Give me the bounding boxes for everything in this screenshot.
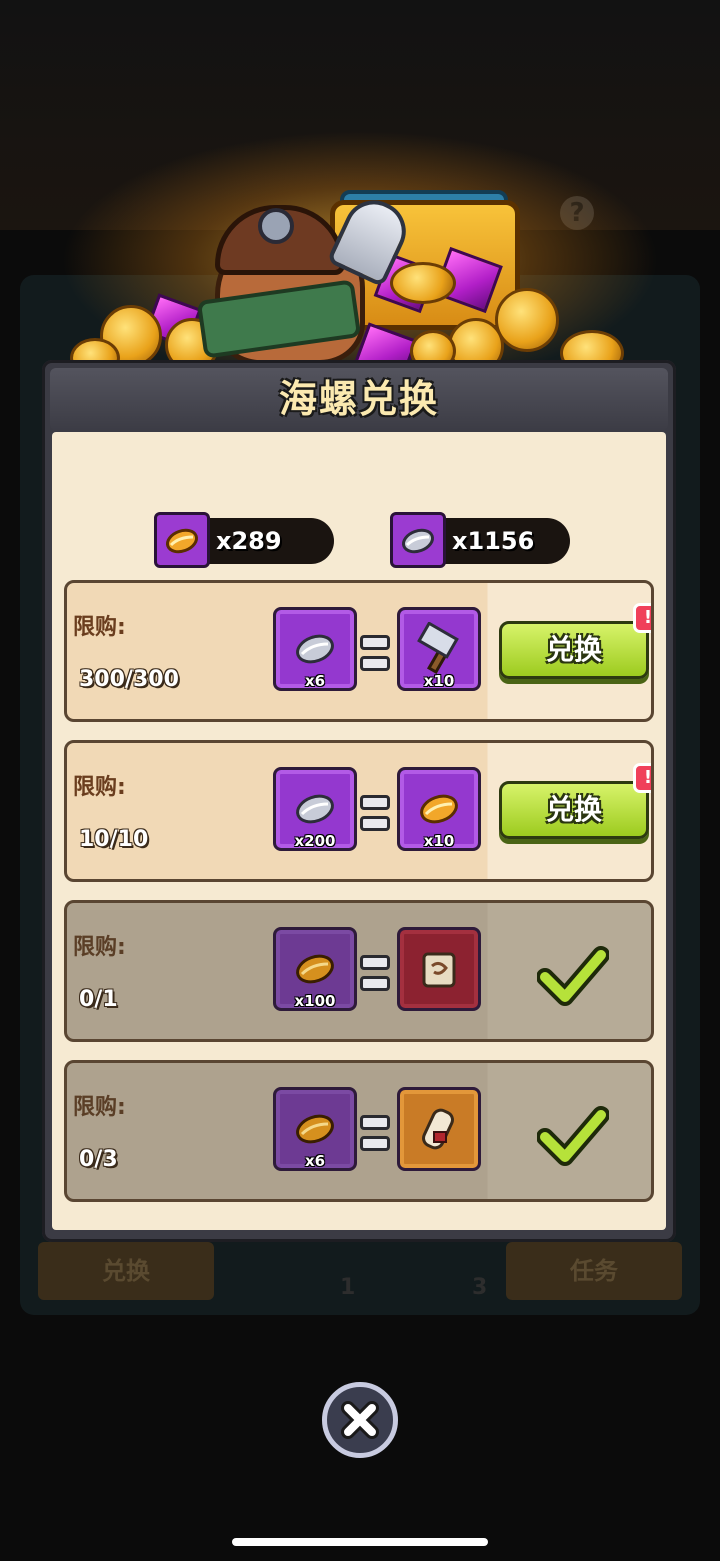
close-icon [341, 1401, 379, 1439]
coin-icon [495, 288, 559, 352]
purchase-limit-label: 限购: [73, 775, 126, 800]
equals-icon [360, 1115, 390, 1151]
exchange-row: 限购: 0/1 x100 [64, 900, 654, 1042]
purchase-limit-count: 10/10 [79, 827, 149, 852]
background-tab-tasks: 任务 [506, 1242, 682, 1300]
cost-item: x6 [273, 1087, 357, 1171]
conch-exchange-dialog: 海螺兑换 x289 x1156 限购: 300/300 x6 x10 兑换 ! … [42, 360, 676, 1242]
alert-badge: ! [633, 763, 651, 793]
purchase-limit-count: 300/300 [79, 667, 179, 692]
exchange-row: 限购: 10/10 x200 x10 兑换 ! [64, 740, 654, 882]
alert-badge: ! [633, 603, 651, 633]
checkmark-icon [536, 1099, 610, 1171]
item-quantity: x100 [294, 992, 336, 1010]
rolled-scroll-icon [400, 1090, 478, 1168]
reward-item: x10 [397, 607, 481, 691]
dialog-header: 海螺兑换 [50, 368, 668, 430]
purchase-limit-label: 限购: [73, 935, 126, 960]
cost-item: x100 [273, 927, 357, 1011]
close-button[interactable] [322, 1382, 398, 1458]
scroll-icon [400, 930, 478, 1008]
equals-icon [360, 635, 390, 671]
checkmark-icon [536, 939, 610, 1011]
exchange-row: 限购: 300/300 x6 x10 兑换 ! [64, 580, 654, 722]
exchange-row: 限购: 0/3 x6 [64, 1060, 654, 1202]
exchange-button[interactable]: 兑换 [499, 621, 649, 679]
item-quantity: x10 [423, 672, 455, 690]
item-quantity: x200 [294, 832, 336, 850]
home-indicator[interactable] [232, 1538, 488, 1546]
equals-icon [360, 795, 390, 831]
golden-conch-icon [154, 512, 210, 568]
coin-icon [390, 262, 456, 304]
reward-item [397, 1087, 481, 1171]
equals-icon [360, 955, 390, 991]
reward-item: x10 [397, 767, 481, 851]
exchange-button[interactable]: 兑换 [499, 781, 649, 839]
silver-conch-icon [390, 512, 446, 568]
headlamp-icon [258, 208, 294, 244]
reward-item [397, 927, 481, 1011]
purchase-limit-count: 0/1 [79, 987, 118, 1012]
purchase-limit-label: 限购: [73, 615, 126, 640]
background-count: 3 [472, 1275, 488, 1300]
cost-item: x200 [273, 767, 357, 851]
item-quantity: x10 [423, 832, 455, 850]
currency-amount: x1156 [452, 527, 535, 555]
cost-item: x6 [273, 607, 357, 691]
item-quantity: x6 [304, 1152, 326, 1170]
dialog-title: 海螺兑换 [278, 377, 439, 421]
dialog-body: x289 x1156 限购: 300/300 x6 x10 兑换 ! 限购: 1… [52, 432, 666, 1230]
background-count: 1 [340, 1275, 356, 1300]
currency-amount: x289 [216, 527, 282, 555]
background-tab-exchange: 兑换 [38, 1242, 214, 1300]
item-quantity: x6 [304, 672, 326, 690]
purchase-limit-label: 限购: [73, 1095, 126, 1120]
purchase-limit-count: 0/3 [79, 1147, 118, 1172]
